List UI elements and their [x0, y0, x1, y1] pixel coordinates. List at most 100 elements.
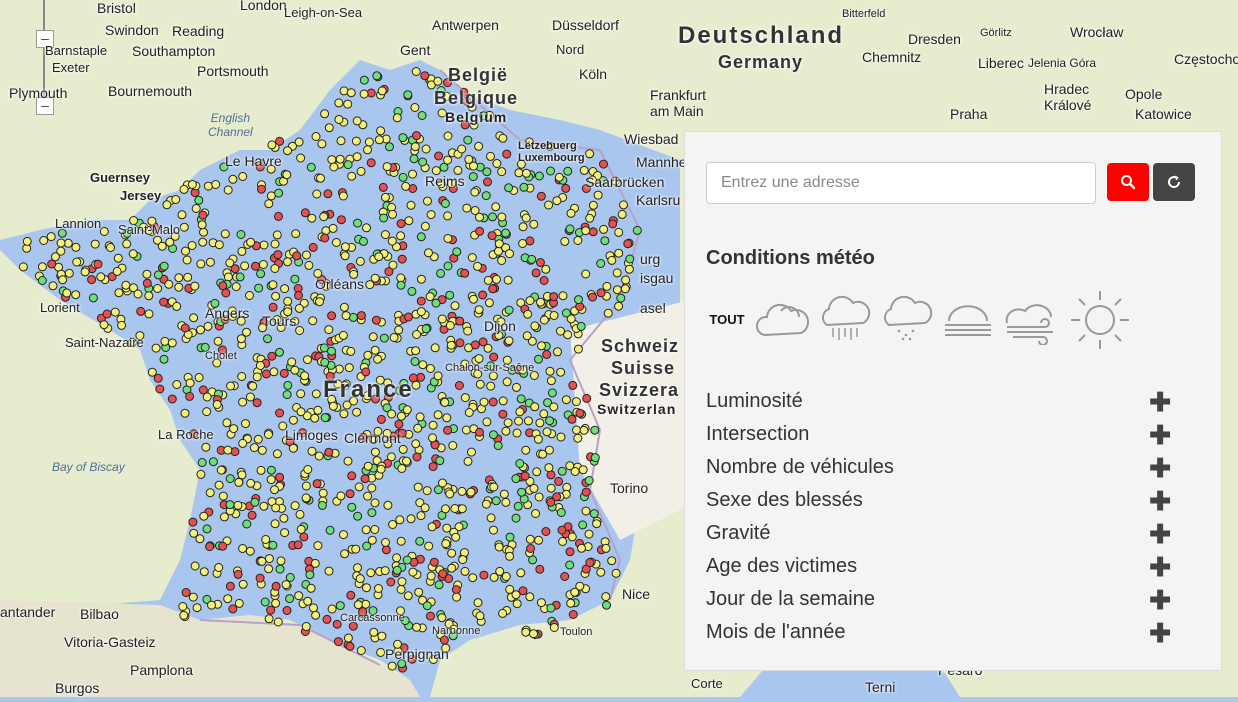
accident-marker[interactable] — [319, 212, 329, 222]
accident-marker[interactable] — [301, 493, 311, 503]
accident-marker[interactable] — [183, 272, 193, 282]
accident-marker[interactable] — [202, 524, 212, 534]
accident-marker[interactable] — [295, 509, 305, 519]
accident-marker[interactable] — [172, 380, 182, 389]
accident-marker[interactable] — [616, 293, 626, 303]
accident-marker[interactable] — [492, 159, 502, 168]
accident-marker[interactable] — [379, 213, 389, 223]
accident-marker[interactable] — [199, 511, 209, 521]
accident-marker[interactable] — [264, 614, 274, 624]
accident-marker[interactable] — [486, 513, 496, 523]
accident-marker[interactable] — [430, 343, 440, 353]
accident-marker[interactable] — [233, 569, 243, 579]
accident-marker[interactable] — [516, 394, 526, 404]
accident-marker[interactable] — [524, 416, 533, 426]
accident-marker[interactable] — [392, 113, 402, 123]
accident-marker[interactable] — [196, 325, 205, 335]
accident-marker[interactable] — [268, 302, 278, 312]
accident-marker[interactable] — [421, 324, 431, 334]
accident-marker[interactable] — [408, 169, 417, 179]
accident-marker[interactable] — [414, 587, 424, 597]
accident-marker[interactable] — [347, 502, 357, 512]
accident-marker[interactable] — [588, 292, 597, 302]
accident-marker[interactable] — [443, 211, 453, 221]
accident-marker[interactable] — [539, 409, 549, 419]
accident-marker[interactable] — [412, 622, 422, 632]
accident-marker[interactable] — [475, 226, 485, 236]
accident-marker[interactable] — [324, 123, 334, 133]
accident-marker[interactable] — [223, 594, 233, 604]
accident-marker[interactable] — [99, 320, 109, 330]
accident-marker[interactable] — [309, 603, 318, 613]
accident-marker[interactable] — [188, 517, 198, 527]
accident-marker[interactable] — [470, 187, 480, 197]
accident-marker[interactable] — [273, 250, 283, 260]
accident-marker[interactable] — [578, 520, 588, 530]
accident-marker[interactable] — [488, 212, 497, 222]
accident-marker[interactable] — [189, 313, 199, 323]
accident-marker[interactable] — [514, 168, 524, 178]
accident-marker[interactable] — [364, 137, 374, 147]
accident-marker[interactable] — [546, 470, 556, 480]
accident-marker[interactable] — [327, 311, 337, 321]
accident-marker[interactable] — [314, 451, 324, 461]
accident-marker[interactable] — [479, 397, 489, 407]
accident-marker[interactable] — [381, 537, 390, 547]
accident-marker[interactable] — [320, 357, 330, 367]
accident-marker[interactable] — [511, 474, 521, 484]
accident-marker[interactable] — [96, 272, 106, 282]
accident-marker[interactable] — [534, 354, 543, 364]
accident-marker[interactable] — [614, 301, 624, 311]
accident-marker[interactable] — [478, 337, 488, 347]
accident-marker[interactable] — [280, 528, 290, 538]
accident-marker[interactable] — [353, 563, 362, 573]
accident-marker[interactable] — [468, 172, 478, 182]
accident-marker[interactable] — [397, 577, 407, 587]
accident-marker[interactable] — [544, 200, 554, 210]
accident-marker[interactable] — [584, 476, 594, 485]
accident-marker[interactable] — [420, 221, 430, 231]
accident-marker[interactable] — [283, 296, 293, 306]
accident-marker[interactable] — [275, 347, 284, 357]
accident-marker[interactable] — [315, 297, 324, 307]
search-button[interactable] — [1107, 163, 1149, 201]
accident-marker[interactable] — [489, 525, 498, 535]
accident-marker[interactable] — [64, 268, 74, 278]
accident-marker[interactable] — [464, 154, 474, 164]
accident-marker[interactable] — [303, 355, 312, 365]
accident-marker[interactable] — [410, 357, 420, 366]
accident-marker[interactable] — [416, 296, 426, 306]
accident-marker[interactable] — [205, 257, 215, 267]
accident-marker[interactable] — [181, 246, 190, 256]
accident-marker[interactable] — [433, 76, 443, 86]
plus-icon[interactable]: ✚ — [1149, 389, 1171, 415]
accident-marker[interactable] — [344, 363, 354, 373]
accident-marker[interactable] — [275, 472, 285, 482]
accident-marker[interactable] — [374, 584, 383, 593]
accident-marker[interactable] — [220, 229, 230, 239]
accident-marker[interactable] — [475, 379, 485, 389]
accident-marker[interactable] — [584, 529, 594, 539]
accident-marker[interactable] — [194, 195, 204, 205]
accident-marker[interactable] — [620, 284, 630, 294]
accident-marker[interactable] — [47, 259, 57, 269]
accident-marker[interactable] — [324, 566, 334, 576]
accident-marker[interactable] — [290, 274, 300, 284]
accident-marker[interactable] — [294, 591, 304, 601]
accident-marker[interactable] — [300, 208, 310, 218]
accident-marker[interactable] — [535, 258, 545, 267]
accident-marker[interactable] — [552, 492, 562, 502]
accident-marker[interactable] — [308, 242, 318, 252]
accident-marker[interactable] — [359, 236, 368, 246]
accident-marker[interactable] — [612, 268, 622, 278]
accident-marker[interactable] — [181, 588, 191, 597]
accident-marker[interactable] — [504, 305, 514, 315]
accident-marker[interactable] — [617, 209, 627, 219]
accident-marker[interactable] — [159, 297, 169, 307]
accident-marker[interactable] — [221, 288, 231, 298]
accident-marker[interactable] — [157, 241, 167, 251]
accident-marker[interactable] — [177, 210, 187, 220]
accident-marker[interactable] — [270, 485, 279, 495]
accident-marker[interactable] — [291, 229, 301, 239]
accident-marker[interactable] — [625, 254, 635, 264]
